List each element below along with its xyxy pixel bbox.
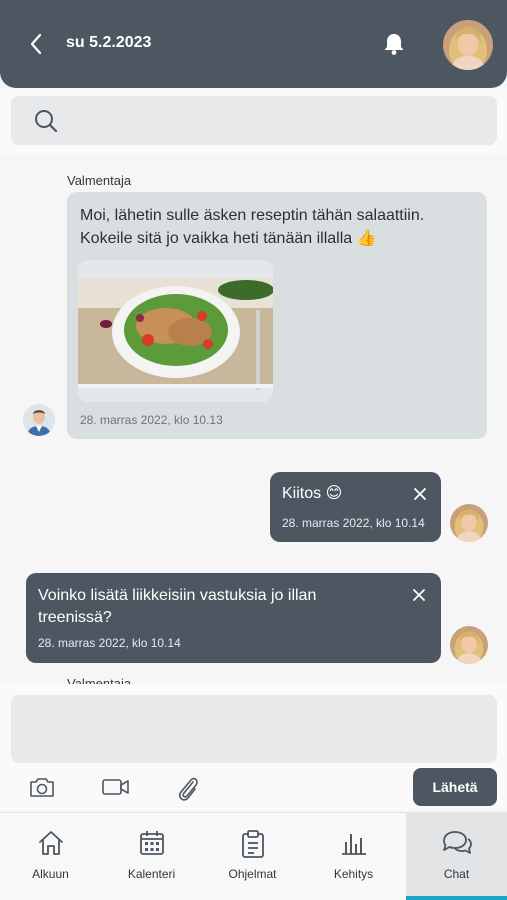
- camera-icon: [30, 778, 54, 797]
- outgoing-message: Voinko lisätä liikkeisiin vastuksia jo i…: [26, 573, 441, 663]
- search-input[interactable]: [67, 96, 487, 145]
- coach-avatar: [23, 404, 55, 436]
- send-button[interactable]: Lähetä: [413, 768, 497, 806]
- notifications-button[interactable]: [380, 30, 408, 58]
- tab-chat[interactable]: Chat: [406, 813, 507, 900]
- message-timestamp: 28. marras 2022, klo 10.13: [80, 413, 223, 427]
- user-photo-icon: [443, 20, 493, 70]
- user-avatar: [450, 626, 488, 664]
- message-timestamp: 28. marras 2022, klo 10.14: [282, 516, 425, 530]
- coach-photo-icon: [23, 404, 55, 436]
- tab-alkuun[interactable]: Alkuun: [0, 813, 101, 900]
- message-timestamp: 28. marras 2022, klo 10.14: [38, 636, 181, 650]
- tab-label: Kalenteri: [127, 867, 176, 881]
- attach-file-button[interactable]: [176, 774, 200, 807]
- paperclip-icon: [178, 777, 198, 801]
- salad-photo-icon: [78, 278, 273, 390]
- close-icon: [414, 488, 426, 500]
- tab-label: Chat: [443, 867, 470, 881]
- message-composer: Lähetä: [0, 684, 507, 810]
- message-text: Voinko lisätä liikkeisiin vastuksia jo i…: [38, 587, 317, 626]
- active-tab-indicator: [406, 896, 507, 900]
- video-camera-icon: [102, 779, 129, 795]
- message-text: Moi, lähetin sulle äsken reseptin tähän …: [80, 207, 425, 247]
- user-avatar: [450, 504, 488, 542]
- camera-button[interactable]: [29, 776, 55, 803]
- sender-name: Valmentaja: [67, 676, 132, 684]
- tab-kehitys[interactable]: Kehitys: [303, 813, 404, 900]
- delete-message-button[interactable]: [412, 486, 428, 502]
- chevron-left-icon: [30, 33, 42, 55]
- user-photo-icon: [450, 626, 488, 664]
- tab-label: Kehitys: [333, 867, 374, 881]
- bar-chart-icon: [341, 834, 366, 855]
- message-text: Kiitos 😊: [282, 485, 343, 502]
- home-icon: [38, 831, 63, 855]
- video-button[interactable]: [101, 776, 131, 803]
- page-title: su 5.2.2023: [66, 34, 152, 51]
- app-header: su 5.2.2023: [0, 0, 507, 88]
- delete-message-button[interactable]: [411, 587, 427, 603]
- message-input[interactable]: [11, 695, 497, 763]
- search-box[interactable]: [11, 96, 497, 145]
- profile-avatar[interactable]: [443, 20, 493, 70]
- user-photo-icon: [450, 504, 488, 542]
- bottom-tab-bar: Alkuun Kalenteri Ohjelmat Kehitys Chat: [0, 812, 507, 900]
- tab-ohjelmat[interactable]: Ohjelmat: [202, 813, 303, 900]
- tab-label: Ohjelmat: [228, 867, 277, 881]
- close-icon: [413, 589, 425, 601]
- salad-image-attachment[interactable]: [78, 260, 273, 402]
- tab-label: Alkuun: [32, 867, 69, 881]
- chat-icon: [442, 831, 472, 854]
- incoming-message: Moi, lähetin sulle äsken reseptin tähän …: [67, 192, 487, 439]
- message-list[interactable]: Valmentaja Moi, lähetin sulle äsken rese…: [0, 154, 507, 684]
- bell-icon: [384, 34, 404, 55]
- sender-name: Valmentaja: [67, 173, 132, 188]
- back-button[interactable]: [22, 28, 50, 60]
- search-icon: [35, 110, 58, 133]
- search-area: [0, 88, 507, 154]
- tab-kalenteri[interactable]: Kalenteri: [101, 813, 202, 900]
- outgoing-message: Kiitos 😊 28. marras 2022, klo 10.14: [270, 472, 441, 542]
- clipboard-icon: [241, 830, 264, 858]
- calendar-icon: [139, 831, 164, 855]
